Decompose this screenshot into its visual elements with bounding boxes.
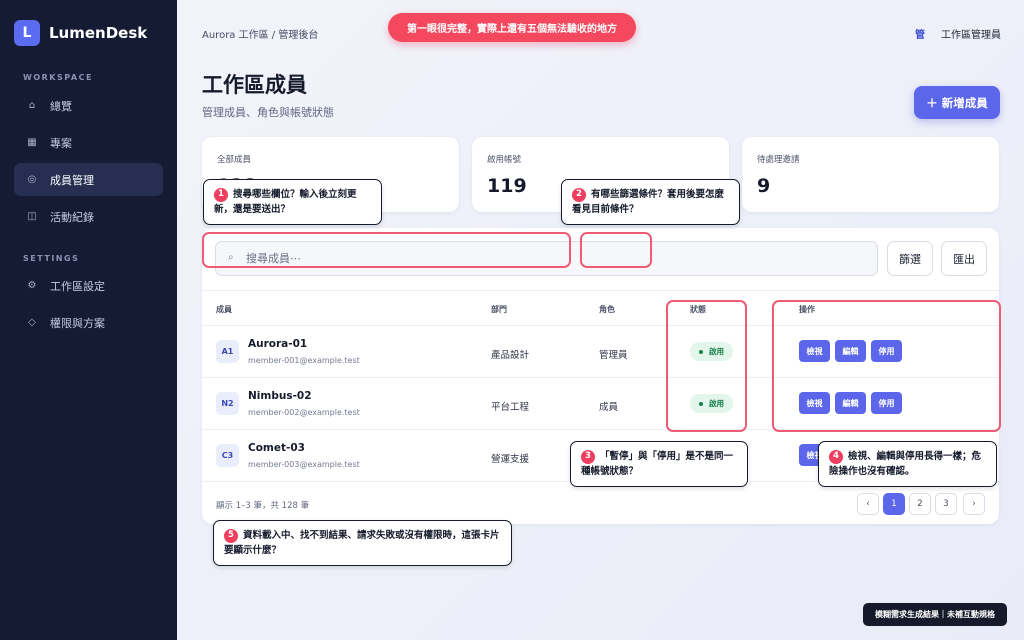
workspace-section-title: WORKSPACE (23, 73, 93, 82)
stat-label: 全部成員 (217, 155, 252, 165)
sidebar-item-workspace-settings[interactable]: ⚙ 工作區設定 (14, 269, 163, 302)
callout-text: 「暫停」與「停用」是不是同一種帳號狀態？ (581, 451, 734, 477)
sidebar-item-activity[interactable]: ◫ 活動紀錄 (14, 200, 163, 233)
sidebar-item-label: 工作區設定 (50, 279, 105, 293)
stat-value: 119 (487, 175, 527, 197)
brand-name: LumenDesk (49, 24, 148, 42)
avatar: C3 (216, 444, 239, 467)
page-button-1[interactable]: 1 (883, 493, 905, 515)
book-icon: ◫ (27, 211, 37, 222)
avatar: N2 (216, 392, 239, 415)
sidebar-item-permissions[interactable]: ◇ 權限與方案 (14, 306, 163, 339)
page-button-2[interactable]: 2 (909, 493, 931, 515)
member-email: member-003@example.test (248, 460, 360, 469)
callout-2: 2 有哪些篩選條件？套用後要怎麼看見目前條件？ (561, 179, 740, 225)
member-name: Comet-03 (248, 442, 305, 454)
brand-logo: L (14, 20, 40, 46)
callout-text: 搜尋哪些欄位？輸入後立刻更新，還是要送出？ (214, 189, 357, 215)
settings-section-title: SETTINGS (23, 254, 80, 263)
callout-5: 5 資料載入中、找不到結果、請求失敗或沒有權限時，這張卡片要顯示什麼？ (213, 520, 512, 566)
stat-label: 啟用帳號 (487, 155, 522, 165)
gear-icon: ⚙ (27, 280, 37, 291)
stat-value: 9 (757, 175, 771, 197)
pagination-info: 顯示 1–3 筆，共 128 筆 (216, 501, 310, 511)
column-header-role: 角色 (599, 305, 615, 314)
sidebar-item-projects[interactable]: ▦ 專案 (14, 126, 163, 159)
sidebar-item-label: 權限與方案 (50, 316, 105, 330)
next-page-button[interactable]: › (963, 493, 985, 515)
callout-number: 1 (214, 187, 228, 202)
export-button[interactable]: 匯出 (941, 241, 987, 276)
callout-number: 2 (572, 187, 586, 202)
stat-label: 待處理邀請 (757, 155, 800, 165)
page-button-3[interactable]: 3 (935, 493, 957, 515)
highlight-status (666, 300, 747, 432)
highlight-actions (772, 300, 1001, 432)
stat-card-pending: 待處理邀請 9 (742, 137, 999, 212)
member-role: 管理員 (599, 350, 628, 361)
column-header-member: 成員 (216, 305, 232, 314)
column-header-dept: 部門 (491, 305, 507, 314)
add-member-button[interactable]: ＋ 新增成員 (914, 86, 1000, 119)
callout-number: 4 (829, 449, 843, 464)
member-name: Aurora-01 (248, 338, 308, 350)
callout-1: 1 搜尋哪些欄位？輸入後立刻更新，還是要送出？ (203, 179, 382, 225)
member-email: member-002@example.test (248, 408, 360, 417)
spec-footnote: 模糊需求生成結果｜未補互動規格 (863, 603, 1007, 626)
callout-text: 檢視、編輯與停用長得一樣；危險操作也沒有確認。 (829, 451, 982, 477)
user-avatar: 管 (915, 30, 925, 41)
sidebar-item-label: 活動紀錄 (50, 210, 94, 224)
sidebar-item-label: 專案 (50, 136, 72, 150)
header-user[interactable]: 管 工作區管理員 (915, 26, 1001, 41)
review-banner: 第一眼很完整，實際上還有五個無法驗收的地方 (388, 13, 636, 42)
prev-page-button[interactable]: ‹ (857, 493, 879, 515)
member-email: member-001@example.test (248, 356, 360, 365)
callout-number: 5 (224, 528, 238, 543)
page-subtitle: 管理成員、角色與帳號狀態 (202, 106, 334, 119)
sidebar-item-label: 成員管理 (50, 173, 94, 187)
home-icon: ⌂ (28, 100, 36, 111)
member-dept: 營運支援 (491, 454, 530, 465)
filter-button[interactable]: 篩選 (887, 241, 933, 276)
member-role: 成員 (599, 402, 619, 413)
member-dept: 平台工程 (491, 402, 530, 413)
sidebar-item-members[interactable]: ◎ 成員管理 (14, 163, 163, 196)
sidebar-item-overview[interactable]: ⌂ 總覽 (14, 89, 163, 122)
callout-text: 有哪些篩選條件？套用後要怎麼看見目前條件？ (572, 189, 725, 215)
sidebar: L LumenDesk WORKSPACE ⌂ 總覽 ▦ 專案 ◎ 成員管理 ◫… (0, 0, 177, 640)
callout-3: 3 「暫停」與「停用」是不是同一種帳號狀態？ (570, 441, 748, 487)
target-icon: ◎ (27, 174, 37, 185)
brand[interactable]: L LumenDesk (14, 20, 147, 46)
diamond-icon: ◇ (28, 317, 36, 328)
grid-icon: ▦ (27, 137, 37, 148)
member-name: Nimbus-02 (248, 390, 312, 402)
sidebar-item-label: 總覽 (50, 99, 72, 113)
avatar: A1 (216, 340, 239, 363)
highlight-filter (580, 232, 652, 268)
callout-number: 3 (581, 449, 595, 464)
callout-4: 4 檢視、編輯與停用長得一樣；危險操作也沒有確認。 (818, 441, 997, 487)
page-title: 工作區成員 (202, 73, 307, 97)
member-dept: 產品設計 (491, 350, 530, 361)
user-name: 工作區管理員 (941, 30, 1001, 41)
highlight-search (202, 232, 571, 268)
breadcrumb[interactable]: Aurora 工作區 / 管理後台 (202, 26, 318, 41)
callout-text: 資料載入中、找不到結果、請求失敗或沒有權限時，這張卡片要顯示什麼？ (224, 530, 500, 556)
